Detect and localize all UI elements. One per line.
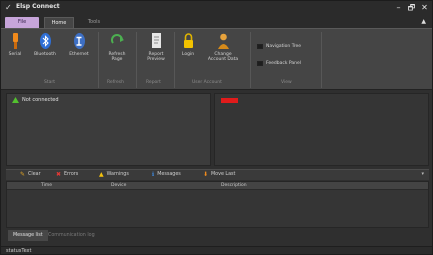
status-bar: statusText — [1, 246, 432, 254]
warning-icon — [12, 97, 19, 103]
ribbon: Serial Bluetooth Ethernet Start Refresh … — [1, 28, 432, 90]
clear-label: Clear — [28, 172, 41, 177]
feedback-panel-label: Feedback Panel — [266, 61, 302, 66]
column-description[interactable]: Description — [221, 183, 247, 188]
bottom-tab-row: Message list Communication log — [6, 229, 429, 243]
report-preview-button[interactable]: Report Preview — [141, 32, 171, 62]
ribbon-separator — [250, 32, 251, 88]
log-toolbar: ✎ Clear ✖ Errors ▲ Warnings ℹ Messages ⬇… — [6, 169, 429, 180]
errors-label: Errors — [64, 172, 79, 177]
bluetooth-icon — [39, 33, 51, 49]
group-start-label: Start — [44, 80, 55, 85]
messages-filter-button[interactable]: ℹ Messages — [152, 171, 181, 178]
ribbon-tab-row: File Home Tools ▲ — [1, 15, 432, 29]
group-view-label: View — [281, 80, 292, 85]
ethernet-button[interactable]: Ethernet — [64, 32, 94, 57]
group-refresh-label: Refresh — [107, 80, 124, 85]
user-account-icon — [217, 33, 229, 49]
app-icon: ✓ — [5, 3, 12, 12]
ribbon-separator — [174, 32, 175, 88]
warnings-filter-button[interactable]: ▲ Warnings — [99, 171, 129, 178]
ribbon-separator — [136, 32, 137, 88]
change-account-data-button[interactable]: Change Account Data — [202, 32, 244, 62]
ribbon-separator — [98, 32, 99, 88]
login-button[interactable]: Login — [178, 32, 198, 57]
move-last-icon: ⬇ — [203, 171, 209, 178]
serial-label: Serial — [8, 52, 22, 57]
navigation-tree-checkbox[interactable] — [257, 44, 263, 49]
report-preview-label: Report Preview — [147, 52, 165, 62]
refresh-page-label: Refresh Page — [108, 52, 126, 62]
warnings-label: Warnings — [106, 172, 129, 177]
messages-label: Messages — [157, 172, 181, 177]
report-document-icon — [151, 33, 161, 48]
app-window: ✓ Elsp Connect – 🗗 ✕ File Home Tools ▲ S… — [0, 0, 433, 255]
bluetooth-label: Bluetooth — [34, 52, 56, 57]
title-bar: ✓ Elsp Connect – 🗗 ✕ — [1, 1, 432, 15]
tab-communication-log[interactable]: Communication log — [43, 230, 100, 241]
ribbon-separator — [321, 32, 322, 88]
navigation-panel: Not connected — [6, 93, 211, 166]
connection-status-text: Not connected — [22, 97, 59, 103]
padlock-icon — [183, 33, 193, 48]
feedback-panel-toggle[interactable]: Feedback Panel — [257, 59, 301, 68]
bluetooth-button[interactable]: Bluetooth — [31, 32, 59, 57]
change-account-data-label: Change Account Data — [207, 52, 239, 62]
column-device[interactable]: Device — [111, 183, 126, 188]
move-last-button[interactable]: ⬇ Move Last — [203, 171, 235, 178]
refresh-icon — [110, 34, 124, 44]
navigation-tree-label: Navigation Tree — [266, 44, 302, 49]
tab-message-list[interactable]: Message list — [8, 230, 48, 241]
table-body[interactable] — [7, 190, 428, 227]
broom-icon: ✎ — [20, 171, 26, 178]
message-table: Time Device Description — [6, 181, 429, 228]
ethernet-label: Ethernet — [69, 52, 89, 57]
error-icon: ✖ — [56, 171, 62, 178]
serial-button[interactable]: Serial — [4, 32, 26, 57]
ethernet-icon — [73, 33, 85, 49]
collapse-ribbon-icon[interactable]: ▲ — [421, 18, 426, 25]
minimize-button[interactable]: – — [392, 2, 405, 14]
errors-filter-button[interactable]: ✖ Errors — [56, 171, 78, 178]
status-bar-text: statusText — [6, 248, 32, 254]
group-user-account-label: User Account — [192, 80, 222, 85]
log-dropdown-icon[interactable]: ▾ — [421, 171, 424, 177]
window-title: Elsp Connect — [16, 3, 60, 10]
content-panel — [214, 93, 429, 166]
clear-button[interactable]: ✎ Clear — [20, 171, 41, 178]
connection-status: Not connected — [12, 97, 59, 103]
maximize-button[interactable]: 🗗 — [405, 2, 418, 14]
close-button[interactable]: ✕ — [418, 2, 431, 14]
column-time[interactable]: Time — [41, 183, 52, 188]
error-indicator — [221, 98, 238, 103]
feedback-panel-checkbox[interactable] — [257, 61, 263, 66]
warning-triangle-icon: ▲ — [99, 171, 104, 178]
table-header: Time Device Description — [7, 182, 428, 190]
serial-plug-icon — [12, 33, 18, 49]
group-report-label: Report — [146, 80, 161, 85]
move-last-label: Move Last — [211, 172, 236, 177]
navigation-tree-toggle[interactable]: Navigation Tree — [257, 42, 301, 51]
refresh-page-button[interactable]: Refresh Page — [104, 32, 130, 62]
login-label: Login — [181, 52, 195, 57]
info-icon: ℹ — [152, 171, 155, 178]
